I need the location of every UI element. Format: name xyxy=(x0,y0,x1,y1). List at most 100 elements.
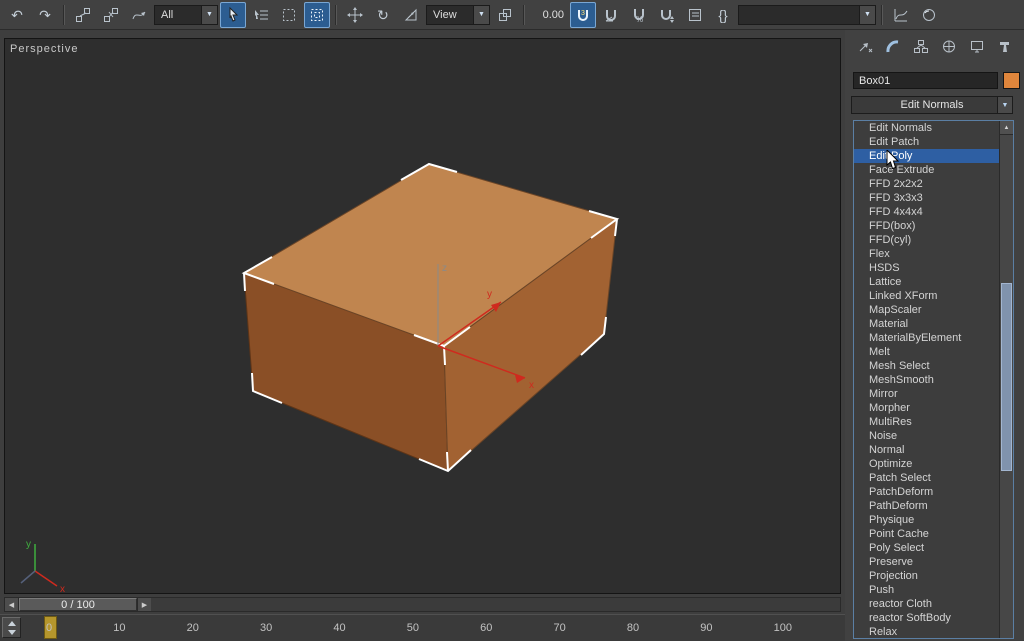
tab-display[interactable] xyxy=(965,36,988,56)
object-color-swatch[interactable] xyxy=(1003,72,1020,89)
rectangular-selection-region-button[interactable] xyxy=(276,2,302,28)
modifier-list-item[interactable]: Preserve xyxy=(854,555,1000,569)
modifier-list-item[interactable]: Edit Normals xyxy=(854,121,1000,135)
tab-create[interactable] xyxy=(853,36,876,56)
graph-editors-button[interactable] xyxy=(888,2,914,28)
modifier-list-item[interactable]: MaterialByElement xyxy=(854,331,1000,345)
trackbar-tick-label: 10 xyxy=(113,622,126,634)
modifier-list-item[interactable]: FFD 3x3x3 xyxy=(854,191,1000,205)
modifier-list-item[interactable]: reactor Cloth xyxy=(854,597,1000,611)
modifier-list-item[interactable]: PathDeform xyxy=(854,499,1000,513)
unlink-selection-button[interactable] xyxy=(98,2,124,28)
redo-button[interactable]: ↷ xyxy=(32,2,58,28)
chevron-down-icon[interactable]: ▼ xyxy=(859,5,875,24)
modifier-list-item[interactable]: Face Extrude xyxy=(854,163,1000,177)
object-name-field[interactable]: Box01 xyxy=(853,72,998,89)
modifier-list-item[interactable]: Linked XForm xyxy=(854,289,1000,303)
modifier-list-item[interactable]: MeshSmooth xyxy=(854,373,1000,387)
next-frame-button[interactable]: ▶ xyxy=(137,598,151,611)
trackbar-tick-label: 70 xyxy=(553,622,566,634)
named-selection-sets-dropdown[interactable]: ▼ xyxy=(738,4,876,25)
viewport-label[interactable]: Perspective xyxy=(10,43,78,55)
select-and-move-button[interactable] xyxy=(342,2,368,28)
modifier-list-dropdown[interactable]: Edit Normals ▼ xyxy=(851,96,1013,114)
chevron-down-icon[interactable]: ▼ xyxy=(201,5,217,24)
track-bar[interactable]: 0 10 20 30 40 50 60 70 80 90 100 xyxy=(0,614,845,641)
tab-utilities[interactable] xyxy=(993,36,1016,56)
select-and-rotate-button[interactable]: ↻ xyxy=(370,2,396,28)
snaps-toggle-button[interactable]: 3 xyxy=(570,1,596,28)
modifier-list-item[interactable]: Melt xyxy=(854,345,1000,359)
selection-region-icon xyxy=(283,8,295,21)
mouse-cursor xyxy=(886,150,900,170)
modifier-list-item[interactable]: reactor SoftBody xyxy=(854,611,1000,625)
modifier-list-item[interactable]: Material xyxy=(854,317,1000,331)
snap-value-display[interactable]: 0.00 xyxy=(530,9,568,21)
angle-snap-toggle-button[interactable] xyxy=(598,2,624,28)
tab-modify[interactable] xyxy=(881,36,904,56)
modifier-list-item[interactable]: FFD 4x4x4 xyxy=(854,205,1000,219)
modifier-list-item[interactable]: Physique xyxy=(854,513,1000,527)
time-slider-handle[interactable]: 0 / 100 xyxy=(19,598,137,611)
modifier-list-item[interactable]: Optimize xyxy=(854,457,1000,471)
named-sets-braces-button[interactable]: {} xyxy=(710,2,736,28)
viewport-perspective[interactable]: Perspective z y x y x xyxy=(4,38,841,594)
modifier-list-item[interactable]: Push xyxy=(854,583,1000,597)
modifier-list-item[interactable]: Mirror xyxy=(854,387,1000,401)
reference-coordinate-system-dropdown[interactable]: View ▼ xyxy=(426,4,490,25)
modifier-list-scrollbar[interactable]: ▲ xyxy=(999,121,1013,638)
edit-named-selection-sets-button[interactable] xyxy=(682,2,708,28)
chevron-down-icon[interactable]: ▼ xyxy=(473,5,489,24)
open-mini-curve-editor-button[interactable] xyxy=(2,617,21,638)
modifier-list-item[interactable]: Patch Select xyxy=(854,471,1000,485)
select-and-scale-button[interactable] xyxy=(398,2,424,28)
scrollbar-thumb[interactable] xyxy=(1001,283,1012,471)
tab-motion[interactable] xyxy=(937,36,960,56)
modifier-list-item[interactable]: PatchDeform xyxy=(854,485,1000,499)
modifier-list-item[interactable]: Morpher xyxy=(854,401,1000,415)
modifier-list-item[interactable]: Normal xyxy=(854,443,1000,457)
toolbar-separator xyxy=(881,4,883,25)
tab-hierarchy[interactable] xyxy=(909,36,932,56)
modifier-list-item[interactable]: Projection xyxy=(854,569,1000,583)
previous-frame-button[interactable]: ◀ xyxy=(5,598,19,611)
modifier-list-item[interactable]: Relax xyxy=(854,625,1000,638)
box-object[interactable] xyxy=(242,163,619,473)
percent-snap-toggle-button[interactable]: % xyxy=(626,2,652,28)
material-editor-button[interactable] xyxy=(916,2,942,28)
select-by-name-button[interactable] xyxy=(248,2,274,28)
modifier-list-item[interactable]: Edit Poly xyxy=(854,149,1000,163)
scroll-up-button[interactable]: ▲ xyxy=(1000,121,1013,135)
undo-button[interactable]: ↶ xyxy=(4,2,30,28)
select-and-link-button[interactable] xyxy=(70,2,96,28)
modifier-list-item[interactable]: MapScaler xyxy=(854,303,1000,317)
modifier-list-item[interactable]: MultiRes xyxy=(854,415,1000,429)
modifier-list-item[interactable]: Poly Select xyxy=(854,541,1000,555)
modifier-list-item[interactable]: Noise xyxy=(854,429,1000,443)
modifier-list-item[interactable]: HSDS xyxy=(854,261,1000,275)
world-y-label: y xyxy=(26,539,31,550)
modifier-list-item[interactable]: Point Cache xyxy=(854,527,1000,541)
chevron-down-icon[interactable]: ▼ xyxy=(997,96,1013,114)
modifier-list-item[interactable]: Edit Patch xyxy=(854,135,1000,149)
modifier-dropdown-value: Edit Normals xyxy=(900,99,964,111)
modifier-list-item[interactable]: FFD 2x2x2 xyxy=(854,177,1000,191)
window-crossing-toggle-button[interactable] xyxy=(304,1,330,28)
spinner-snap-toggle-button[interactable] xyxy=(654,2,680,28)
bind-to-space-warp-button[interactable] xyxy=(126,2,152,28)
move-icon xyxy=(347,6,363,23)
time-slider[interactable]: ◀ 0 / 100 ▶ xyxy=(4,597,841,612)
select-object-button[interactable] xyxy=(220,1,246,28)
viewport-canvas[interactable]: z y x y x xyxy=(5,39,840,593)
named-sets-icon xyxy=(689,8,701,21)
modifier-list-item[interactable]: Mesh Select xyxy=(854,359,1000,373)
selection-filter-dropdown[interactable]: All ▼ xyxy=(154,4,218,25)
modifier-list-item[interactable]: Flex xyxy=(854,247,1000,261)
modifier-list-item[interactable]: Lattice xyxy=(854,275,1000,289)
braces-icon: {} xyxy=(718,6,728,23)
modifier-list-item[interactable]: FFD(cyl) xyxy=(854,233,1000,247)
time-slider-groove[interactable] xyxy=(151,598,840,611)
toolbar-separator xyxy=(335,4,337,25)
use-pivot-point-center-button[interactable] xyxy=(492,2,518,28)
modifier-list-item[interactable]: FFD(box) xyxy=(854,219,1000,233)
